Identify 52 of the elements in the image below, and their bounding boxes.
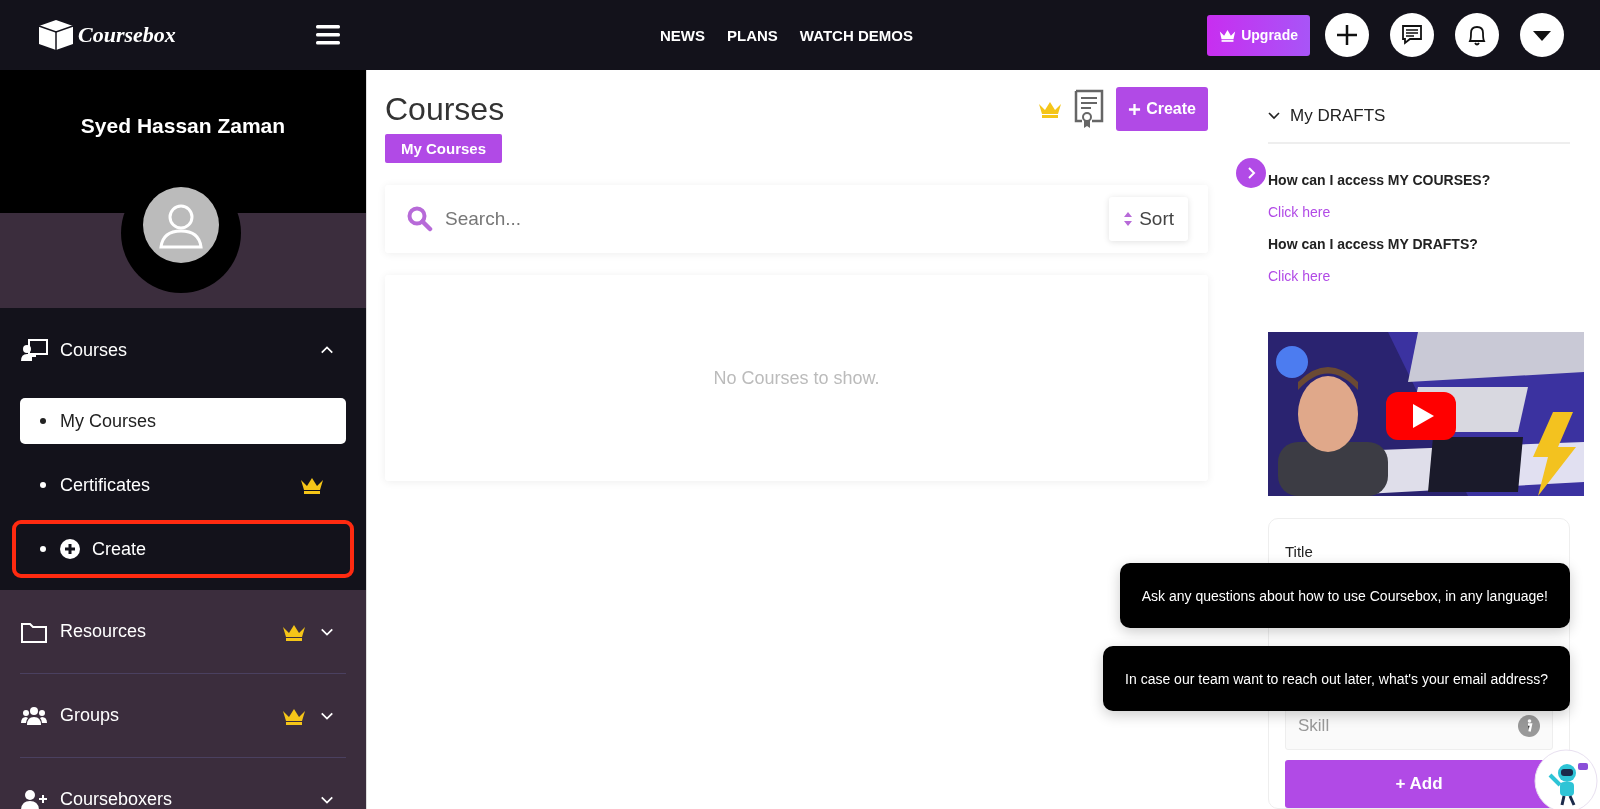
add-user-icon <box>20 787 48 809</box>
chat-icon[interactable] <box>1390 13 1434 57</box>
empty-message: No Courses to show. <box>713 367 880 389</box>
sort-button[interactable]: Sort <box>1109 197 1188 242</box>
upgrade-button[interactable]: Upgrade <box>1207 14 1310 56</box>
bullet-icon <box>40 546 46 552</box>
sidebar-section[interactable]: Groups <box>60 705 120 726</box>
faq-question: How can I access MY DRAFTS? <box>1268 235 1479 254</box>
expand-button[interactable] <box>1236 158 1266 188</box>
info-icon[interactable] <box>1518 715 1540 737</box>
tab[interactable]: My Courses <box>385 134 503 164</box>
search-field[interactable]: Search... <box>443 207 1110 232</box>
sidebar-section[interactable]: Courseboxers <box>60 789 173 809</box>
crown-icon <box>1219 28 1237 42</box>
create-button[interactable]: Create <box>1116 87 1208 131</box>
logo-icon <box>38 19 74 51</box>
user-name: Syed Hassan Zaman <box>80 114 286 138</box>
chevron-down-icon[interactable] <box>320 710 334 721</box>
chevron-down-icon[interactable] <box>320 794 334 805</box>
nav-link[interactable]: PLANS <box>727 26 778 44</box>
page-title: Courses <box>385 90 505 129</box>
chevron-down-icon[interactable] <box>1268 112 1280 120</box>
sidebar-item[interactable]: Create <box>20 526 346 572</box>
plus-icon <box>1128 102 1142 116</box>
sidebar-item[interactable]: My Courses <box>20 398 346 444</box>
crown-icon <box>1038 100 1063 118</box>
dropdown-icon[interactable] <box>1520 13 1564 57</box>
faq-link[interactable]: Click here <box>1268 260 1331 292</box>
search-icon <box>407 206 433 233</box>
logo[interactable]: Coursebox <box>78 22 176 48</box>
sidebar-section[interactable]: Courses <box>60 339 128 361</box>
sidebar-section[interactable]: Resources <box>60 621 147 642</box>
faq-link[interactable]: Click here <box>1268 196 1331 228</box>
menu-icon[interactable] <box>315 25 340 45</box>
field-label: Title <box>1285 543 1314 560</box>
chat-bubble: In case our team want to reach out later, what's your email address? <box>1103 646 1570 711</box>
drafts-title[interactable]: My DRAFTS <box>1290 106 1386 126</box>
add-icon[interactable] <box>1325 13 1369 57</box>
bell-icon[interactable] <box>1455 13 1499 57</box>
bullet-icon <box>40 482 46 488</box>
chevron-down-icon[interactable] <box>320 626 334 637</box>
nav-link[interactable]: WATCH DEMOS <box>799 26 913 44</box>
chevron-up-icon[interactable] <box>320 345 334 355</box>
bullet-icon <box>40 418 46 424</box>
chat-bubble: Ask any questions about how to use Coursebox, in any language! <box>1119 563 1570 628</box>
sort-icon <box>1123 211 1134 228</box>
presentation-icon <box>20 338 48 362</box>
certificate-icon[interactable] <box>1074 89 1105 129</box>
robot-icon[interactable] <box>1534 749 1598 809</box>
sidebar-item[interactable]: Certificates <box>20 462 346 508</box>
nav-link[interactable]: NEWS <box>660 26 705 44</box>
faq-question: How can I access MY COURSES? <box>1268 171 1492 190</box>
